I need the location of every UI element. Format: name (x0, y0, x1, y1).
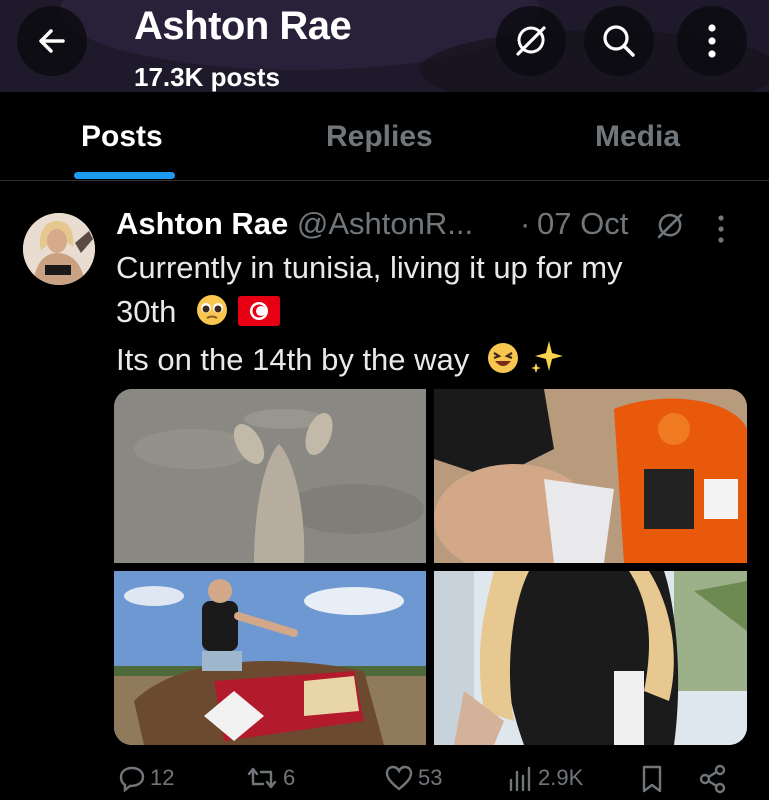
post-count: 17.3K posts (134, 62, 280, 92)
profile-header: Ashton Rae 17.3K posts (0, 0, 769, 92)
reply-button[interactable]: 12 (118, 764, 174, 792)
profile-name: Ashton Rae (134, 4, 352, 48)
back-arrow-icon (39, 29, 65, 53)
view-count: 2.9K (538, 765, 584, 790)
media-image-2[interactable] (434, 389, 747, 563)
tab-replies[interactable]: Replies (326, 120, 433, 154)
repost-button[interactable]: 6 (245, 764, 295, 792)
search-button[interactable] (584, 6, 654, 76)
repost-count: 6 (283, 765, 296, 790)
tab-media[interactable]: Media (595, 120, 680, 154)
muted-icon (516, 26, 546, 56)
like-button[interactable]: 53 (384, 764, 442, 792)
post-text-line-3: Its on the 14th by the way (116, 339, 565, 378)
tab-posts[interactable]: Posts (81, 120, 163, 154)
post-date[interactable]: 07 Oct (537, 206, 628, 242)
post-text-line-1: Currently in tunisia, living it up for m… (116, 250, 623, 285)
muted-button[interactable] (496, 6, 566, 76)
post-author-name[interactable]: Ashton Rae (116, 206, 288, 241)
heart-icon (385, 765, 413, 791)
quad-bike-photo (434, 389, 747, 563)
like-count: 53 (418, 765, 443, 790)
post-text-line-2: 30th (116, 293, 280, 330)
views-chart-icon (509, 766, 531, 792)
repost-icon (247, 767, 277, 789)
media-image-3[interactable] (114, 571, 426, 745)
more-vertical-icon (718, 215, 724, 243)
camel-ride-photo (114, 571, 426, 745)
media-image-1[interactable] (114, 389, 426, 563)
reply-icon (119, 766, 145, 792)
post-text-30th: 30th (116, 294, 177, 329)
pleading-face-emoji (196, 295, 227, 325)
post-text-birthday: Its on the 14th by the way (116, 342, 470, 377)
post-media-grid (114, 389, 747, 745)
tunisia-flag-emoji (237, 296, 280, 326)
media-image-4[interactable] (434, 571, 747, 745)
share-icon (699, 764, 726, 794)
post-actions: 12 6 53 2.9K (0, 760, 769, 800)
post-meta: Ashton Rae @AshtonR... · 07 Oct (116, 206, 683, 242)
post-author-handle[interactable]: @AshtonR... (297, 206, 473, 241)
camel-head-on-sand-photo (114, 389, 426, 563)
meta-separator: · (520, 206, 531, 241)
avatar[interactable] (23, 213, 95, 285)
laughing-face-emoji (487, 343, 518, 373)
more-vertical-icon (708, 24, 716, 58)
sparkles-emoji (530, 341, 563, 373)
search-icon (603, 25, 635, 57)
avatar-photo (23, 213, 95, 285)
views-button[interactable]: 2.9K (508, 764, 583, 792)
reply-count: 12 (150, 765, 175, 790)
bookmark-button[interactable] (640, 764, 664, 794)
active-tab-indicator (74, 172, 175, 179)
car-window-photo (434, 571, 747, 745)
muted-icon (657, 213, 683, 239)
profile-tabs: Posts Replies Media (0, 92, 769, 181)
share-button[interactable] (698, 764, 728, 794)
back-button[interactable] (17, 6, 87, 76)
post-more-button[interactable] (716, 213, 726, 250)
more-options-button[interactable] (677, 6, 747, 76)
bookmark-icon (642, 765, 662, 793)
